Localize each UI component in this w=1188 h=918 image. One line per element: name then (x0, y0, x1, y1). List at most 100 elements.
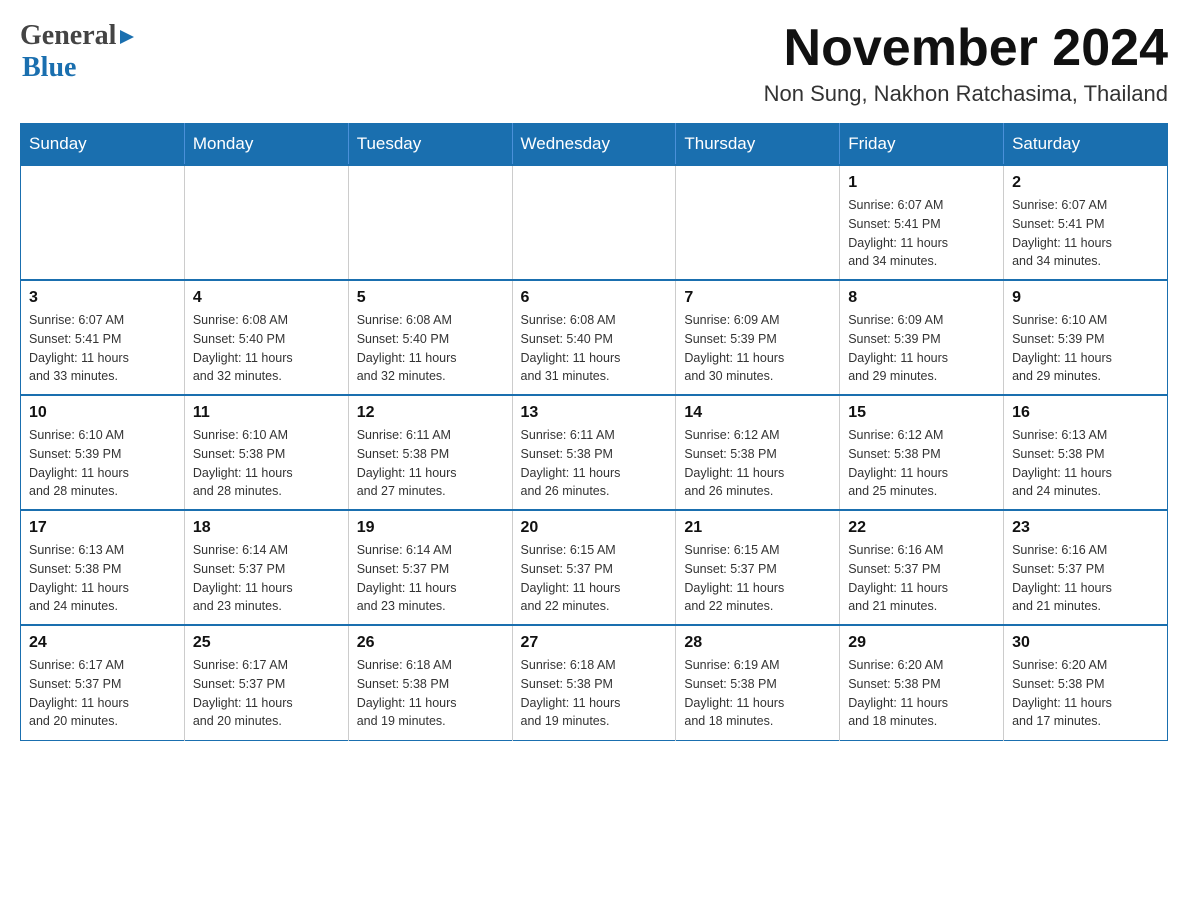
calendar-cell: 10 Sunrise: 6:10 AM Sunset: 5:39 PM Dayli… (21, 395, 185, 510)
calendar-cell: 4 Sunrise: 6:08 AM Sunset: 5:40 PM Daylig… (184, 280, 348, 395)
day-info: Sunrise: 6:15 AM Sunset: 5:37 PM Dayligh… (521, 541, 668, 616)
week-row-2: 3 Sunrise: 6:07 AM Sunset: 5:41 PM Daylig… (21, 280, 1168, 395)
day-info: Sunrise: 6:08 AM Sunset: 5:40 PM Dayligh… (193, 311, 340, 386)
day-number: 8 (848, 289, 995, 307)
calendar-cell: 14 Sunrise: 6:12 AM Sunset: 5:38 PM Dayli… (676, 395, 840, 510)
calendar-cell: 28 Sunrise: 6:19 AM Sunset: 5:38 PM Dayli… (676, 625, 840, 740)
week-row-1: 1 Sunrise: 6:07 AM Sunset: 5:41 PM Daylig… (21, 165, 1168, 280)
calendar-cell (348, 165, 512, 280)
calendar-cell: 6 Sunrise: 6:08 AM Sunset: 5:40 PM Daylig… (512, 280, 676, 395)
day-number: 12 (357, 404, 504, 422)
day-number: 21 (684, 519, 831, 537)
day-info: Sunrise: 6:09 AM Sunset: 5:39 PM Dayligh… (684, 311, 831, 386)
day-info: Sunrise: 6:18 AM Sunset: 5:38 PM Dayligh… (521, 656, 668, 731)
day-info: Sunrise: 6:10 AM Sunset: 5:38 PM Dayligh… (193, 426, 340, 501)
calendar-cell: 19 Sunrise: 6:14 AM Sunset: 5:37 PM Dayli… (348, 510, 512, 625)
page-header: General Blue November 2024 Non Sung, Nak… (20, 20, 1168, 107)
logo-general-text: General (20, 20, 116, 52)
day-info: Sunrise: 6:12 AM Sunset: 5:38 PM Dayligh… (684, 426, 831, 501)
day-number: 2 (1012, 174, 1159, 192)
day-number: 17 (29, 519, 176, 537)
day-number: 5 (357, 289, 504, 307)
calendar-cell: 3 Sunrise: 6:07 AM Sunset: 5:41 PM Daylig… (21, 280, 185, 395)
day-info: Sunrise: 6:17 AM Sunset: 5:37 PM Dayligh… (29, 656, 176, 731)
day-info: Sunrise: 6:20 AM Sunset: 5:38 PM Dayligh… (848, 656, 995, 731)
day-info: Sunrise: 6:14 AM Sunset: 5:37 PM Dayligh… (357, 541, 504, 616)
day-info: Sunrise: 6:20 AM Sunset: 5:38 PM Dayligh… (1012, 656, 1159, 731)
col-header-friday: Friday (840, 124, 1004, 166)
day-number: 19 (357, 519, 504, 537)
calendar-cell: 1 Sunrise: 6:07 AM Sunset: 5:41 PM Daylig… (840, 165, 1004, 280)
day-info: Sunrise: 6:18 AM Sunset: 5:38 PM Dayligh… (357, 656, 504, 731)
calendar-cell: 16Sunrise: 6:13 AM Sunset: 5:38 PM Dayli… (1004, 395, 1168, 510)
day-number: 4 (193, 289, 340, 307)
day-info: Sunrise: 6:13 AM Sunset: 5:38 PM Dayligh… (29, 541, 176, 616)
day-info: Sunrise: 6:17 AM Sunset: 5:37 PM Dayligh… (193, 656, 340, 731)
day-info: Sunrise: 6:15 AM Sunset: 5:37 PM Dayligh… (684, 541, 831, 616)
calendar-cell: 22 Sunrise: 6:16 AM Sunset: 5:37 PM Dayli… (840, 510, 1004, 625)
month-title: November 2024 (764, 20, 1168, 77)
day-number: 30 (1012, 634, 1159, 652)
day-number: 9 (1012, 289, 1159, 307)
day-info: Sunrise: 6:14 AM Sunset: 5:37 PM Dayligh… (193, 541, 340, 616)
day-info: Sunrise: 6:16 AM Sunset: 5:37 PM Dayligh… (848, 541, 995, 616)
day-info: Sunrise: 6:07 AM Sunset: 5:41 PM Dayligh… (848, 196, 995, 271)
calendar-cell: 27 Sunrise: 6:18 AM Sunset: 5:38 PM Dayli… (512, 625, 676, 740)
calendar-cell: 13Sunrise: 6:11 AM Sunset: 5:38 PM Dayli… (512, 395, 676, 510)
day-info: Sunrise: 6:08 AM Sunset: 5:40 PM Dayligh… (357, 311, 504, 386)
calendar-header-row: SundayMondayTuesdayWednesdayThursdayFrid… (21, 124, 1168, 166)
day-info: Sunrise: 6:11 AM Sunset: 5:38 PM Dayligh… (357, 426, 504, 501)
calendar-cell: 5 Sunrise: 6:08 AM Sunset: 5:40 PM Daylig… (348, 280, 512, 395)
calendar-cell: 26Sunrise: 6:18 AM Sunset: 5:38 PM Dayli… (348, 625, 512, 740)
location-title: Non Sung, Nakhon Ratchasima, Thailand (764, 81, 1168, 107)
calendar-cell (21, 165, 185, 280)
day-number: 7 (684, 289, 831, 307)
day-number: 14 (684, 404, 831, 422)
day-number: 20 (521, 519, 668, 537)
day-number: 25 (193, 634, 340, 652)
calendar-cell: 2Sunrise: 6:07 AM Sunset: 5:41 PM Daylig… (1004, 165, 1168, 280)
col-header-monday: Monday (184, 124, 348, 166)
col-header-sunday: Sunday (21, 124, 185, 166)
calendar-cell: 24 Sunrise: 6:17 AM Sunset: 5:37 PM Dayli… (21, 625, 185, 740)
week-row-3: 10 Sunrise: 6:10 AM Sunset: 5:39 PM Dayli… (21, 395, 1168, 510)
day-number: 10 (29, 404, 176, 422)
day-number: 29 (848, 634, 995, 652)
calendar-cell: 9Sunrise: 6:10 AM Sunset: 5:39 PM Daylig… (1004, 280, 1168, 395)
day-number: 24 (29, 634, 176, 652)
title-section: November 2024 Non Sung, Nakhon Ratchasim… (764, 20, 1168, 107)
day-number: 28 (684, 634, 831, 652)
calendar-table: SundayMondayTuesdayWednesdayThursdayFrid… (20, 123, 1168, 741)
calendar-cell (512, 165, 676, 280)
day-number: 11 (193, 404, 340, 422)
day-info: Sunrise: 6:07 AM Sunset: 5:41 PM Dayligh… (29, 311, 176, 386)
calendar-cell: 12 Sunrise: 6:11 AM Sunset: 5:38 PM Dayli… (348, 395, 512, 510)
day-number: 6 (521, 289, 668, 307)
day-info: Sunrise: 6:08 AM Sunset: 5:40 PM Dayligh… (521, 311, 668, 386)
calendar-cell (676, 165, 840, 280)
day-number: 16 (1012, 404, 1159, 422)
calendar-cell: 17 Sunrise: 6:13 AM Sunset: 5:38 PM Dayli… (21, 510, 185, 625)
day-info: Sunrise: 6:19 AM Sunset: 5:38 PM Dayligh… (684, 656, 831, 731)
day-number: 3 (29, 289, 176, 307)
col-header-tuesday: Tuesday (348, 124, 512, 166)
calendar-cell: 23Sunrise: 6:16 AM Sunset: 5:37 PM Dayli… (1004, 510, 1168, 625)
day-number: 22 (848, 519, 995, 537)
week-row-5: 24 Sunrise: 6:17 AM Sunset: 5:37 PM Dayli… (21, 625, 1168, 740)
calendar-cell: 11 Sunrise: 6:10 AM Sunset: 5:38 PM Dayli… (184, 395, 348, 510)
day-number: 15 (848, 404, 995, 422)
logo: General Blue (20, 20, 138, 84)
calendar-cell: 20 Sunrise: 6:15 AM Sunset: 5:37 PM Dayli… (512, 510, 676, 625)
day-info: Sunrise: 6:10 AM Sunset: 5:39 PM Dayligh… (29, 426, 176, 501)
calendar-cell: 21 Sunrise: 6:15 AM Sunset: 5:37 PM Dayli… (676, 510, 840, 625)
day-number: 1 (848, 174, 995, 192)
calendar-cell: 18Sunrise: 6:14 AM Sunset: 5:37 PM Dayli… (184, 510, 348, 625)
col-header-saturday: Saturday (1004, 124, 1168, 166)
day-info: Sunrise: 6:12 AM Sunset: 5:38 PM Dayligh… (848, 426, 995, 501)
calendar-cell: 7 Sunrise: 6:09 AM Sunset: 5:39 PM Daylig… (676, 280, 840, 395)
day-number: 27 (521, 634, 668, 652)
calendar-cell: 25 Sunrise: 6:17 AM Sunset: 5:37 PM Dayli… (184, 625, 348, 740)
calendar-cell (184, 165, 348, 280)
logo-blue-text: Blue (22, 52, 138, 84)
calendar-cell: 15 Sunrise: 6:12 AM Sunset: 5:38 PM Dayli… (840, 395, 1004, 510)
